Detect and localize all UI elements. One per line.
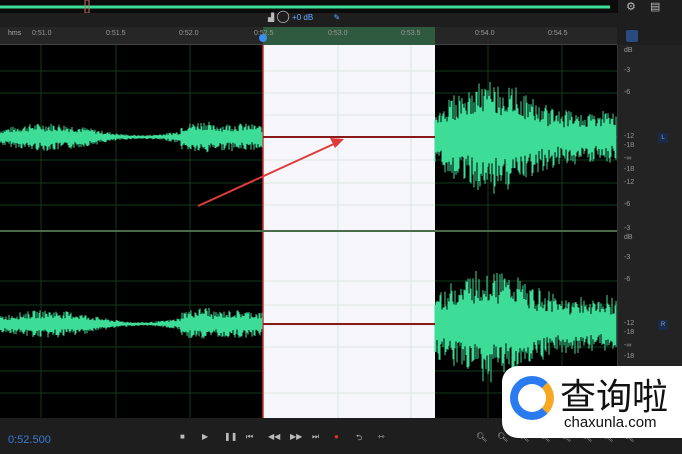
db-label: -18: [624, 166, 635, 173]
db-label: -12: [624, 320, 635, 327]
watermark-url: chaxunla.com: [564, 414, 657, 431]
db-label: -12: [624, 133, 635, 140]
watermark-text: 查询啦: [560, 377, 669, 418]
db-label: -6: [624, 89, 631, 96]
pin-icon[interactable]: ✎: [333, 13, 340, 22]
gain-value[interactable]: +0 dB: [292, 13, 313, 22]
ruler-tick: 0:52.0: [179, 30, 199, 37]
db-label: -6: [624, 276, 631, 283]
play-button[interactable]: ▶: [202, 432, 208, 441]
rewind-button[interactable]: ◀◀: [268, 432, 280, 441]
channel-left-toggle[interactable]: L: [658, 133, 668, 143]
db-unit: dB: [624, 234, 633, 241]
watermark-logo: 查询啦 chaxunla.com: [502, 366, 682, 438]
current-time[interactable]: 0:52.500: [8, 434, 51, 446]
ruler-tick: 0:54.5: [548, 30, 568, 37]
fast-forward-button[interactable]: ▶▶: [290, 432, 302, 441]
ruler-tick: 0:53.0: [328, 30, 348, 37]
ruler-tick: 0:51.0: [32, 30, 52, 37]
channel-right-toggle[interactable]: R: [658, 320, 668, 330]
snap-magnet-icon[interactable]: [626, 30, 638, 42]
db-label: -6: [624, 201, 631, 208]
ruler-tick: 0:51.5: [106, 30, 126, 37]
panel-icon[interactable]: ▤: [650, 0, 660, 13]
go-to-end-button[interactable]: ⏭: [312, 432, 319, 442]
db-label: -3: [624, 67, 631, 74]
skip-selection-button[interactable]: ⇿: [378, 432, 385, 441]
settings-icon[interactable]: ⚙: [626, 0, 636, 13]
signal-icon: ▟: [268, 13, 275, 22]
record-button[interactable]: ●: [334, 432, 339, 441]
db-label: -12: [624, 179, 635, 186]
db-label: -18: [624, 142, 635, 149]
logo-q-icon: [510, 376, 554, 420]
db-label: -3: [624, 225, 631, 232]
db-scale: dB -3 -6 -12 -18 -∞ -18 -12 -6 -3 LdB -3 -6 -12 -18 -∞ -…: [617, 45, 682, 418]
db-label: -3: [624, 254, 631, 261]
db-label: -18: [624, 329, 635, 336]
gain-knob-icon[interactable]: ◯: [276, 9, 289, 23]
ruler-tick: 0:54.0: [475, 30, 495, 37]
db-label: -∞: [624, 342, 632, 349]
db-label: -18: [624, 353, 635, 360]
go-to-start-button[interactable]: ⏮: [246, 432, 253, 442]
zoom-in-amplitude-icon[interactable]: 🔍︎: [476, 432, 487, 443]
pause-button[interactable]: ❚❚: [224, 432, 237, 441]
waveform-editor[interactable]: [0, 45, 617, 418]
ruler-unit: hms: [8, 30, 22, 37]
loop-button[interactable]: ⮌: [356, 432, 362, 446]
ruler-tick: 0:53.5: [401, 30, 421, 37]
db-label: -∞: [624, 155, 632, 162]
playhead-handle[interactable]: [259, 34, 267, 42]
stop-button[interactable]: ■: [180, 432, 185, 441]
db-unit: dB: [624, 47, 633, 54]
hud-panel: ▟ ◯ +0 dB ✎: [268, 9, 340, 23]
